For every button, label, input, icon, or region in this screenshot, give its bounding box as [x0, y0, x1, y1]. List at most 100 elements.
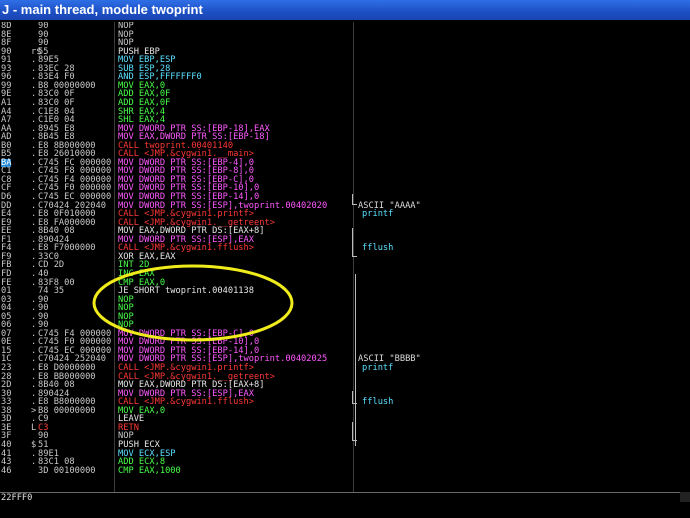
- row-hex: 51: [38, 439, 49, 450]
- row-marker: .: [31, 55, 37, 66]
- row-instruction: CALL <JMP.&cygwin1.printf>: [118, 209, 254, 220]
- disassembly-pane[interactable]: 8D 90 NOP 8E 90 NOP 8F 90 NOP 90 r$ 55 PUSH EBP 91. 89…: [0, 22, 690, 492]
- disasm-row[interactable]: 96. 83E4 F0 AND ESP,FFFFFFF0: [0, 73, 690, 82]
- row-marker: .: [31, 397, 37, 408]
- row-comment: fflush: [362, 243, 394, 254]
- disasm-row[interactable]: A4. C1E8 04 SHR EAX,4: [0, 107, 690, 116]
- disasm-row[interactable]: F9. 33C0 XOR EAX,EAX: [0, 252, 690, 261]
- row-hex: 90: [38, 22, 49, 31]
- row-marker: .: [31, 226, 37, 237]
- row-instruction: MOV EBP,ESP: [118, 55, 176, 66]
- disasm-row[interactable]: D6. C745 EC 000000 MOV DWORD PTR SS:[EBP-1…: [0, 192, 690, 202]
- row-comment: printf: [362, 363, 394, 373]
- disasm-row[interactable]: 99. B8 00000000 MOV EAX,0: [0, 81, 690, 90]
- row-hex: 3D 00100000: [38, 465, 96, 476]
- highlight-ellipse-annotation: [92, 264, 294, 342]
- row-marker: .: [31, 209, 37, 220]
- disasm-row[interactable]: 23. E8 D0000000 CALL <JMP.&cygwin1.printf>…: [0, 363, 690, 373]
- disasm-row[interactable]: 38 > B8 00000000 MOV EAX,0: [0, 406, 690, 415]
- row-address: 2D: [1, 380, 12, 391]
- row-address: 91: [1, 55, 12, 66]
- row-address: 40: [1, 439, 12, 450]
- row-instruction: MOV EAX,DWORD PTR SS:[EBP-18]: [118, 132, 270, 143]
- window-title-bar[interactable]: J - main thread, module twoprint: [0, 0, 690, 20]
- row-address: A7: [1, 115, 12, 126]
- row-marker: .: [31, 132, 37, 143]
- disasm-row[interactable]: 40 $51 PUSH ECX: [0, 439, 690, 450]
- disasm-row[interactable]: F4. E8 F7000000 CALL <JMP.&cygwin1.fflush>…: [0, 243, 690, 254]
- row-instruction: NOP: [118, 22, 134, 31]
- row-instruction: MOV DWORD PTR SS:[EBP-14],0: [118, 192, 260, 202]
- disasm-row[interactable]: 3E L C3 RETN: [0, 423, 690, 432]
- disasm-row[interactable]: EE. 8B40 08 MOV EAX,DWORD PTR DS:[EAX+8]: [0, 226, 690, 237]
- disasm-row[interactable]: 93. 83EC 28 SUB ESP,28: [0, 64, 690, 73]
- row-instruction: MOV EAX,DWORD PTR DS:[EAX+8]: [118, 226, 265, 237]
- row-hex: 90: [38, 303, 49, 314]
- row-address: 33: [1, 397, 12, 408]
- row-instruction: ADD ECX,8: [118, 457, 166, 468]
- disasm-row[interactable]: AA. 8945 E8 MOV DWORD PTR SS:[EBP-18],EAX: [0, 124, 690, 133]
- disasm-row[interactable]: 91. 89E5 MOV EBP,ESP: [0, 55, 690, 66]
- row-instruction: MOV EAX,DWORD PTR DS:[EAX+8]: [118, 380, 265, 391]
- row-hex: 83C1 08: [38, 457, 75, 468]
- row-instruction: CMP EAX,1000: [118, 465, 181, 476]
- row-instruction: CALL <JMP.&cygwin1.printf>: [118, 363, 254, 373]
- disasm-row[interactable]: A1. 83C0 0F ADD EAX,0F: [0, 97, 690, 108]
- disasm-row[interactable]: 3D. C9 LEAVE: [0, 415, 690, 424]
- row-address: E4: [1, 209, 12, 220]
- row-hex: 83C0 0F: [38, 97, 75, 108]
- row-instruction: CALL <JMP.&cygwin1.fflush>: [118, 397, 254, 408]
- row-marker: $: [31, 439, 37, 450]
- disasm-row[interactable]: 8D 90 NOP: [0, 22, 690, 30]
- row-marker: .: [31, 363, 37, 373]
- call-bracket-fflush-2: [352, 422, 357, 441]
- row-address: 8F: [1, 38, 12, 49]
- row-instruction: PUSH ECX: [118, 439, 160, 450]
- disasm-row[interactable]: 1C. C70424 252040 MOV DWORD PTR SS:[ESP],t…: [0, 355, 690, 364]
- disasm-row[interactable]: 8E 90 NOP: [0, 30, 690, 39]
- disasm-row[interactable]: A7. C1E0 04 SHL EAX,4: [0, 115, 690, 126]
- disasm-row[interactable]: 90 r$ 55 PUSH EBP: [0, 47, 690, 56]
- disasm-row[interactable]: 3F 90 NOP: [0, 432, 690, 441]
- row-hex: 8B40 08: [38, 380, 75, 391]
- row-address: AD: [1, 132, 12, 143]
- row-marker: .: [31, 277, 37, 288]
- disasm-row[interactable]: 8F 90 NOP: [0, 38, 690, 49]
- row-marker: .: [31, 97, 37, 108]
- row-hex: 89E5: [38, 55, 59, 66]
- disasm-row[interactable]: 2D. 8B40 08 MOV EAX,DWORD PTR DS:[EAX+8]: [0, 380, 690, 391]
- row-marker: .: [31, 457, 37, 468]
- row-marker: .: [31, 268, 37, 279]
- row-comment: printf: [362, 209, 394, 220]
- row-hex: 74 35: [38, 286, 65, 297]
- row-hex: E8 D0000000: [38, 363, 96, 373]
- disasm-row[interactable]: F1. 890424 MOV DWORD PTR SS:[ESP],EAX: [0, 235, 690, 244]
- disasm-row[interactable]: 41. 89E1 MOV ECX,ESP: [0, 449, 690, 458]
- row-marker: .: [31, 115, 37, 126]
- disasm-row[interactable]: 33. E8 B8000000 CALL <JMP.&cygwin1.fflush>…: [0, 397, 690, 408]
- row-address: 01: [1, 286, 12, 297]
- row-address: 04: [1, 303, 12, 314]
- row-address: EE: [1, 226, 12, 237]
- window-title: J - main thread, module twoprint: [2, 2, 203, 17]
- disasm-row[interactable]: E4. E8 0F010000 CALL <JMP.&cygwin1.printf>…: [0, 209, 690, 220]
- highlight-ellipse: [92, 264, 294, 342]
- row-instruction: NOP: [118, 38, 134, 49]
- row-address: 8D: [1, 22, 12, 31]
- row-address: D6: [1, 192, 12, 202]
- row-comment: fflush: [362, 397, 394, 408]
- disasm-row[interactable]: B0. E8 8B000000 CALL twoprint.00401140: [0, 141, 690, 150]
- disasm-row[interactable]: 43. 83C1 08 ADD ECX,8: [0, 457, 690, 468]
- row-instruction: SHL EAX,4: [118, 115, 166, 126]
- jump-line: [355, 274, 356, 446]
- disasm-row[interactable]: DD. C70424 202040 MOV DWORD PTR SS:[ESP],t…: [0, 201, 690, 210]
- disasm-row[interactable]: 9E. 83C0 0F ADD EAX,0F: [0, 90, 690, 99]
- row-hex: E8 B8000000: [38, 397, 96, 408]
- disasm-row[interactable]: 28. E8 BB000000 CALL <JMP.&cygwin1.__getre…: [0, 372, 690, 381]
- disasm-row[interactable]: 46 3D 00100000 CMP EAX,1000: [0, 465, 690, 476]
- disasm-row[interactable]: E9. E8 FA000000 CALL <JMP.&cygwin1.__getre…: [0, 218, 690, 227]
- disasm-row[interactable]: 30. 890424 MOV DWORD PTR SS:[ESP],EAX: [0, 389, 690, 398]
- row-hex: 8B40 08: [38, 226, 75, 237]
- disasm-row[interactable]: AD. 8B45 E8 MOV EAX,DWORD PTR SS:[EBP-18]: [0, 132, 690, 143]
- call-bracket-printf-1: [352, 194, 357, 205]
